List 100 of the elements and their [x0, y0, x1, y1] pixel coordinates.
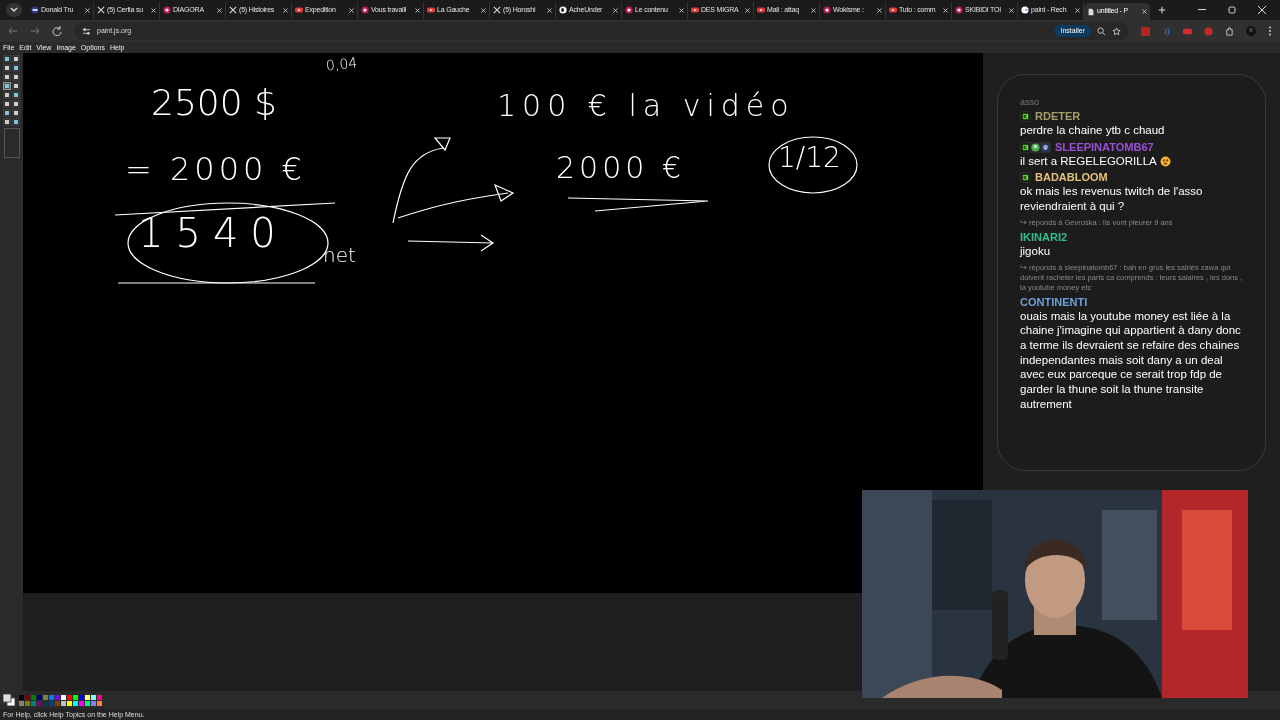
color-swatch[interactable]: [85, 700, 90, 706]
color-swatch[interactable]: [91, 700, 96, 706]
close-icon[interactable]: [1075, 7, 1080, 13]
handwritten-note: 2500 $: [151, 85, 277, 121]
color-swatch[interactable]: [25, 694, 30, 700]
tool-button[interactable]: [12, 109, 20, 117]
tool-button[interactable]: [3, 118, 11, 126]
site-settings-icon[interactable]: [82, 26, 91, 36]
color-swatch[interactable]: [85, 694, 90, 700]
kick-badge-icon: [1021, 112, 1030, 121]
tool-button[interactable]: [12, 64, 20, 72]
chat-message-text: il sert a REGELEGORILLA: [1020, 153, 1157, 169]
tool-button[interactable]: [3, 64, 11, 72]
tool-options-box: [3, 128, 20, 158]
circle-icon: [559, 6, 567, 14]
tool-button[interactable]: [3, 91, 11, 99]
tool-button[interactable]: [3, 100, 11, 108]
chat-username[interactable]: IKINARI2: [1020, 230, 1068, 244]
drawing-canvas[interactable]: 0,04 2500 $ 100 € la vidéo = 2000 € 2000 € 1/12 1540 net: [23, 53, 983, 593]
color-swatch[interactable]: [67, 694, 72, 700]
close-icon[interactable]: [151, 7, 156, 13]
color-swatch[interactable]: [97, 694, 102, 700]
color-swatch[interactable]: [91, 694, 96, 700]
close-icon[interactable]: [613, 7, 618, 13]
close-icon[interactable]: [217, 7, 222, 13]
minimize-icon[interactable]: [1198, 9, 1206, 11]
tool-button[interactable]: [12, 73, 20, 81]
color-swatch[interactable]: [25, 700, 30, 706]
color-swatch[interactable]: [37, 700, 42, 706]
color-swatch[interactable]: [49, 700, 54, 706]
close-icon[interactable]: [1142, 9, 1147, 14]
star-icon[interactable]: [1112, 26, 1121, 36]
x-icon: [493, 6, 501, 14]
color-swatch[interactable]: [43, 694, 48, 700]
color-swatch[interactable]: [19, 694, 24, 700]
color-swatch[interactable]: [73, 700, 78, 706]
color-swatch[interactable]: [49, 694, 54, 700]
video-icon: [889, 6, 897, 14]
tool-button[interactable]: [12, 91, 20, 99]
close-icon[interactable]: [1009, 7, 1014, 13]
extensions-icon[interactable]: [1225, 26, 1234, 36]
tool-button[interactable]: [12, 100, 20, 108]
close-icon[interactable]: [85, 7, 90, 13]
close-icon[interactable]: [415, 7, 420, 13]
chat-username[interactable]: RDETER: [1035, 110, 1081, 123]
tool-button[interactable]: [3, 109, 11, 117]
color-swatch[interactable]: [43, 700, 48, 706]
close-icon[interactable]: [811, 7, 816, 13]
close-icon[interactable]: [877, 7, 882, 13]
tool-icon: [14, 102, 18, 106]
record-icon: [163, 6, 171, 14]
color-swatch[interactable]: [61, 700, 66, 706]
chat-username[interactable]: CONTINENTI: [1020, 295, 1088, 309]
color-swatch[interactable]: [31, 700, 36, 706]
color-swatch[interactable]: [97, 700, 102, 706]
close-icon[interactable]: [679, 7, 684, 13]
close-icon[interactable]: [481, 7, 486, 13]
tool-icon: [14, 57, 18, 61]
color-swatch[interactable]: [55, 700, 60, 706]
color-swatch[interactable]: [61, 694, 66, 700]
color-swatch[interactable]: [55, 694, 60, 700]
color-swatch[interactable]: [67, 700, 72, 706]
video-icon: [757, 6, 765, 14]
tool-icon: [14, 120, 18, 124]
chat-username[interactable]: BADABLOOM: [1035, 171, 1108, 185]
video-icon: [427, 6, 435, 14]
tool-button[interactable]: [3, 55, 11, 63]
close-icon[interactable]: [1258, 6, 1266, 14]
more-icon[interactable]: [1268, 26, 1272, 36]
close-icon[interactable]: [349, 7, 354, 13]
tool-button[interactable]: [12, 55, 20, 63]
tool-button[interactable]: [12, 82, 20, 90]
handwritten-note: 0,04: [325, 55, 358, 73]
tool-button[interactable]: [12, 118, 20, 126]
tool-button[interactable]: [3, 73, 11, 81]
back-icon[interactable]: [8, 26, 18, 36]
color-swatch[interactable]: [37, 694, 42, 700]
chat-username[interactable]: SLEEPINATOMB67: [1055, 140, 1154, 154]
forward-icon[interactable]: [30, 26, 40, 36]
close-icon[interactable]: [547, 7, 552, 13]
close-icon[interactable]: [283, 7, 288, 13]
tab-list-icon[interactable]: [6, 3, 22, 17]
tool-button[interactable]: [3, 82, 11, 90]
shield-badge-icon: [1041, 142, 1050, 152]
color-swatch[interactable]: [19, 700, 24, 706]
color-swatch[interactable]: [79, 694, 84, 700]
close-icon[interactable]: [745, 7, 750, 13]
new-tab-icon[interactable]: [1158, 6, 1166, 14]
reload-icon[interactable]: [52, 26, 62, 36]
wave-extension-icon[interactable]: [1162, 26, 1171, 36]
color-selector-icon[interactable]: [3, 694, 15, 706]
color-swatch[interactable]: [73, 694, 78, 700]
record-icon: [625, 6, 633, 14]
zoom-icon[interactable]: [1097, 26, 1106, 36]
color-swatch[interactable]: [31, 694, 36, 700]
color-swatch[interactable]: [79, 700, 84, 706]
close-icon[interactable]: [943, 7, 948, 13]
record-extension-icon[interactable]: [1183, 26, 1192, 36]
restore-icon[interactable]: [1228, 6, 1236, 14]
kick-badge-icon: [1021, 173, 1030, 183]
